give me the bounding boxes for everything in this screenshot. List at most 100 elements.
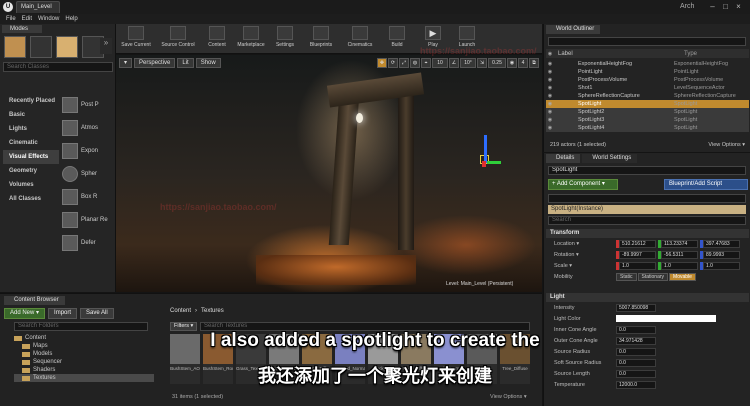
level-viewport[interactable]: ▾ Perspective Lit Show ✥ ⟳ ⤢ ◍ ⌖ 10 ∠ 10…: [116, 55, 542, 292]
save-all-button[interactable]: Save All: [80, 308, 114, 319]
category-lights[interactable]: Lights: [3, 122, 59, 136]
menu-window[interactable]: Window: [38, 14, 59, 24]
category-basic[interactable]: Basic: [3, 108, 59, 122]
user-name[interactable]: Arch: [680, 3, 694, 10]
scale-tool-icon[interactable]: ⤢: [399, 58, 409, 68]
table-row[interactable]: ◉ SpotLight SpotLight: [546, 100, 749, 108]
scale-y-field[interactable]: 1.0: [661, 261, 698, 270]
table-row[interactable]: ◉ SphereReflectionCapture SphereReflection…: [546, 92, 749, 100]
marketplace-button[interactable]: Marketplace: [234, 26, 268, 52]
visibility-eye-icon[interactable]: ◉: [546, 117, 554, 123]
save-current-button[interactable]: Save Current: [118, 26, 154, 52]
lit-button[interactable]: Lit: [177, 58, 194, 68]
surface-snap-icon[interactable]: ⌖: [421, 58, 431, 68]
rotate-tool-icon[interactable]: ⟳: [388, 58, 398, 68]
close-button[interactable]: ×: [734, 2, 743, 11]
perspective-button[interactable]: Perspective: [134, 58, 176, 68]
blueprint-add-script-button[interactable]: Blueprint/Add Script: [664, 179, 748, 190]
category-recently-placed[interactable]: Recently Placed: [3, 94, 59, 108]
outliner-search-input[interactable]: [548, 37, 746, 46]
maximize-button[interactable]: □: [721, 2, 730, 11]
component-search-input[interactable]: [548, 194, 746, 203]
gizmo-z-axis[interactable]: [484, 135, 487, 163]
category-visual-effects[interactable]: Visual Effects: [3, 150, 59, 164]
menu-edit[interactable]: Edit: [22, 14, 32, 24]
content-view-options-button[interactable]: View Options ▾: [490, 394, 527, 400]
minimize-button[interactable]: –: [708, 2, 717, 11]
mobility-stationary-button[interactable]: Stationary: [637, 272, 669, 281]
landscape-mode-icon[interactable]: [56, 36, 78, 58]
visibility-eye-icon[interactable]: ◉: [546, 85, 554, 91]
scale-z-field[interactable]: 1.0: [703, 261, 740, 270]
category-cinematic[interactable]: Cinematic: [3, 136, 59, 150]
label-column-header[interactable]: Label: [554, 51, 674, 57]
table-row[interactable]: ◉ PointLight PointLight: [546, 68, 749, 76]
category-all-classes[interactable]: All Classes: [3, 192, 59, 206]
level-document-tab[interactable]: Main_Level: [16, 1, 60, 13]
category-volumes[interactable]: Volumes: [3, 178, 59, 192]
modes-more-chevron-icon[interactable]: »: [100, 38, 112, 54]
blueprints-button[interactable]: Blueprints: [306, 26, 336, 52]
table-row[interactable]: ◉ PostProcessVolume PostProcessVolume: [546, 76, 749, 84]
import-button[interactable]: Import: [48, 308, 78, 319]
modes-tab[interactable]: Modes: [2, 25, 42, 33]
type-column-header[interactable]: Type: [674, 51, 744, 57]
build-button[interactable]: Build: [384, 26, 410, 52]
rotate-snap-icon[interactable]: ∠: [449, 58, 459, 68]
breadcrumb-textures[interactable]: Textures: [201, 308, 224, 314]
list-item[interactable]: Expon: [62, 140, 114, 162]
actor-name-field[interactable]: SpotLight: [548, 166, 746, 175]
light-section-header[interactable]: Light: [546, 293, 749, 302]
visibility-eye-icon[interactable]: ◉: [546, 101, 554, 107]
list-item[interactable]: Box R: [62, 186, 114, 208]
paint-mode-icon[interactable]: [30, 36, 52, 58]
location-label[interactable]: Location ▾: [546, 241, 616, 247]
category-geometry[interactable]: Geometry: [3, 164, 59, 178]
world-settings-tab[interactable]: World Settings: [582, 154, 638, 163]
visibility-eye-icon[interactable]: ◉: [546, 109, 554, 115]
details-tab[interactable]: Details: [546, 154, 581, 163]
gizmo-x-axis[interactable]: [482, 161, 486, 167]
grid-snap-value[interactable]: 10: [432, 58, 448, 68]
visibility-eye-icon[interactable]: ◉: [546, 93, 554, 99]
mobility-static-button[interactable]: Static: [616, 272, 637, 281]
list-item[interactable]: Post P: [62, 94, 114, 116]
list-item[interactable]: Planar Re: [62, 209, 114, 231]
scale-x-field[interactable]: 1.0: [619, 261, 656, 270]
details-search-input[interactable]: Search: [548, 216, 746, 225]
world-outliner-tab[interactable]: World Outliner: [546, 25, 601, 34]
outliner-view-options-button[interactable]: View Options ▾: [708, 142, 749, 148]
rotate-snap-value[interactable]: 10°: [460, 58, 476, 68]
list-item[interactable]: Defer: [62, 232, 114, 254]
table-row[interactable]: ◉ SpotLight3 SpotLight: [546, 116, 749, 124]
source-control-button[interactable]: Source Control: [158, 26, 198, 52]
light-color-swatch[interactable]: [616, 315, 716, 322]
add-component-button[interactable]: + Add Component ▾: [548, 179, 618, 190]
search-classes-input[interactable]: Search Classes: [3, 62, 113, 72]
list-item[interactable]: Spher: [62, 163, 114, 185]
table-row[interactable]: ◉ ExponentialHeightFog ExponentialHeightFo…: [546, 60, 749, 68]
scale-snap-value[interactable]: 0.25: [488, 58, 506, 68]
content-button[interactable]: Content: [204, 26, 230, 52]
visibility-eye-icon[interactable]: ◉: [546, 77, 554, 83]
rotation-x-field[interactable]: -89.9997: [619, 250, 656, 259]
location-x-field[interactable]: 510.21612: [619, 239, 656, 248]
camera-speed-icon[interactable]: ◉: [507, 58, 517, 68]
scale-label[interactable]: Scale ▾: [546, 263, 616, 269]
cinematics-button[interactable]: Cinematics: [344, 26, 376, 52]
transform-section-header[interactable]: Transform: [546, 229, 749, 238]
rotation-y-field[interactable]: -56.5311: [661, 250, 698, 259]
list-item[interactable]: Atmos: [62, 117, 114, 139]
content-browser-tab[interactable]: Content Browser: [4, 296, 65, 305]
visibility-eye-icon[interactable]: ◉: [546, 69, 554, 75]
show-button[interactable]: Show: [195, 58, 221, 68]
rotation-label[interactable]: Rotation ▾: [546, 252, 616, 258]
component-instance-row[interactable]: SpotLight(Instance): [548, 205, 746, 214]
breadcrumb-content[interactable]: Content: [170, 308, 191, 314]
place-mode-icon[interactable]: [4, 36, 26, 58]
visibility-eye-icon[interactable]: ◉: [546, 61, 554, 67]
location-z-field[interactable]: 397.47683: [703, 239, 740, 248]
menu-file[interactable]: File: [6, 14, 16, 24]
light-property-field[interactable]: 5007.850098: [616, 303, 656, 312]
table-row[interactable]: ◉ SpotLight2 SpotLight: [546, 108, 749, 116]
